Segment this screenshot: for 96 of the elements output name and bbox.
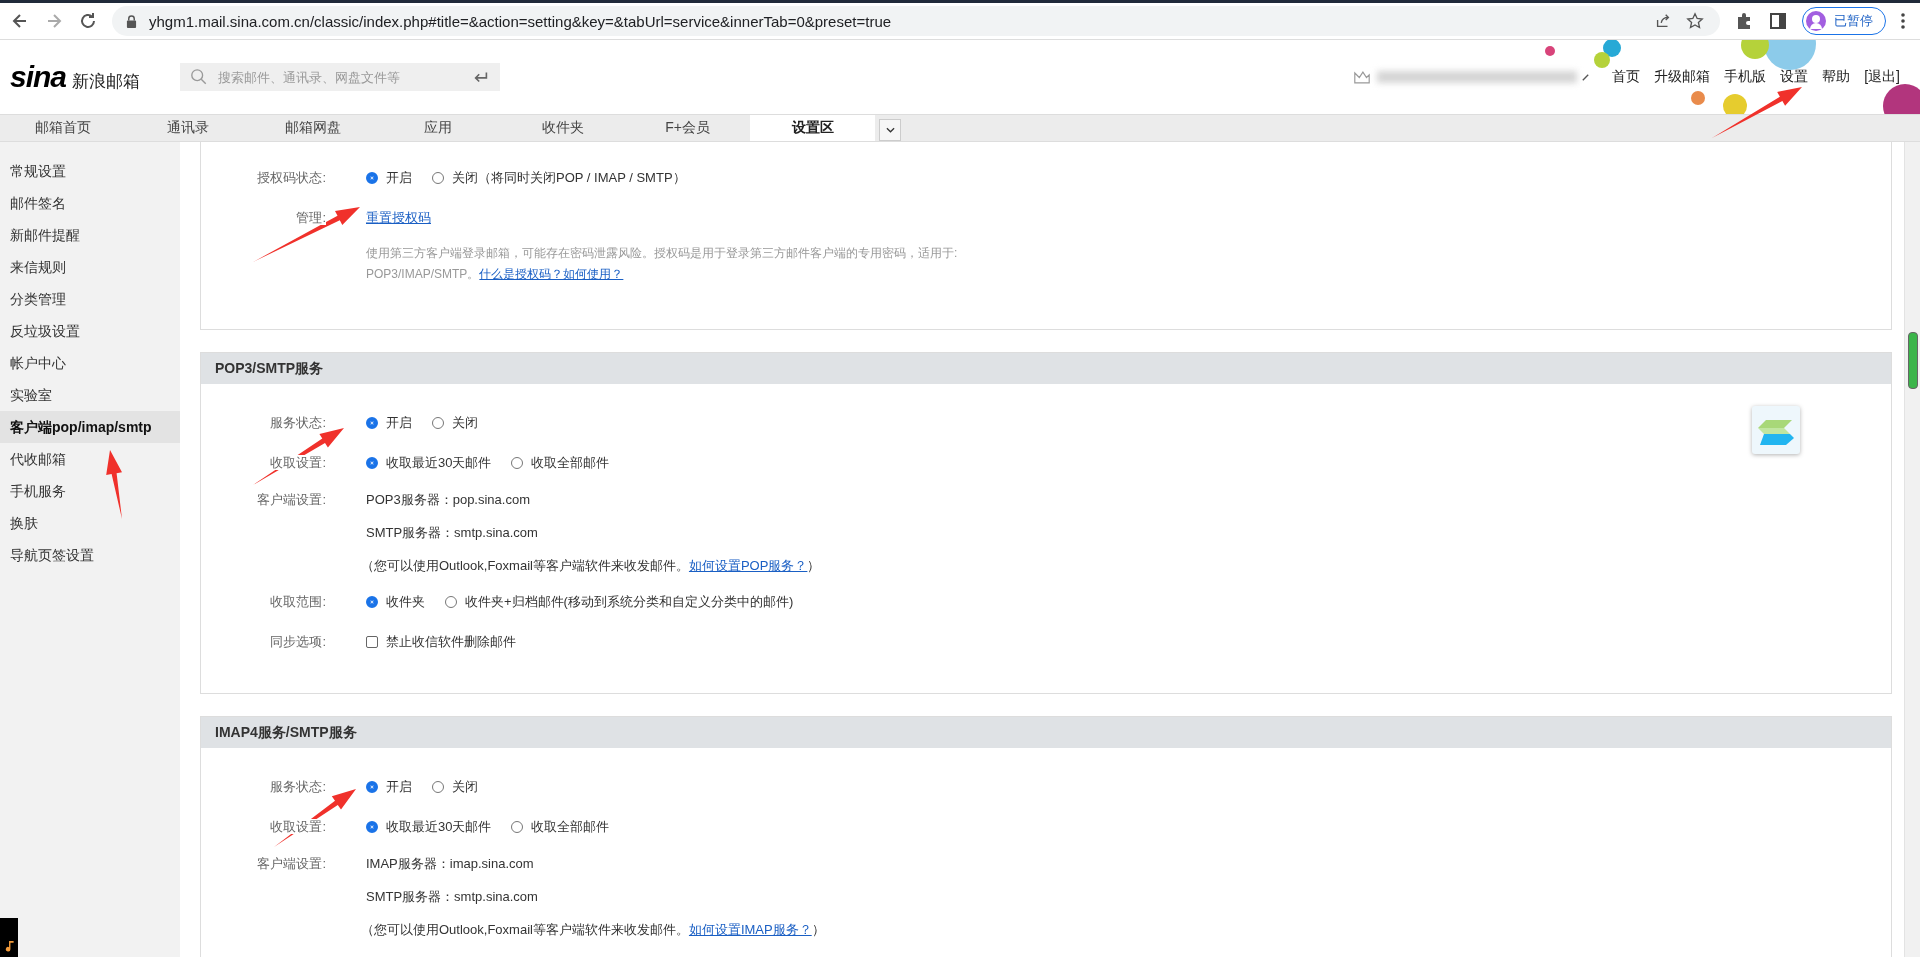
field-label: 管理: xyxy=(296,210,326,225)
radio-option[interactable]: 开启 xyxy=(366,778,412,796)
description-text: 使用第三方客户端登录邮箱，可能存在密码泄露风险。授权码是用于登录第三方邮件客户端的专用密码，适用于: POP3/IMAP/SMTP。什么是授权码？如何使用？ xyxy=(366,244,958,283)
share-icon[interactable] xyxy=(1654,12,1672,30)
radio-option[interactable]: 收件夹+归档邮件(移动到系统分类和自定义分类中的邮件) xyxy=(445,593,794,611)
radio-button[interactable] xyxy=(366,417,378,429)
radio-option[interactable]: 收取最近30天邮件 xyxy=(366,454,492,472)
field-label: 服务状态: xyxy=(270,415,326,430)
server-text: SMTP服务器：smtp.sina.com xyxy=(366,887,538,906)
nav-tab[interactable]: 邮箱网盘 xyxy=(250,115,375,141)
note-text: （您可以使用Outlook,Foxmail等客户端软件来收发邮件。如何设置IMAP服务？） xyxy=(361,920,825,939)
radio-option[interactable]: 开启 xyxy=(366,414,412,432)
avatar-icon xyxy=(1806,11,1826,31)
caret-icon[interactable] xyxy=(1581,72,1591,82)
top-link[interactable]: 帮助 xyxy=(1822,68,1851,86)
radio-option[interactable]: 关闭 xyxy=(432,169,478,187)
checkbox[interactable] xyxy=(366,636,378,648)
top-link[interactable]: 首页 xyxy=(1612,68,1641,86)
sidebar-item[interactable]: 反垃圾设置 xyxy=(0,315,180,347)
field-label: 收取设置: xyxy=(270,819,326,834)
nav-tab[interactable]: 应用 xyxy=(375,115,500,141)
section-title: POP3/SMTP服务 xyxy=(201,353,1891,384)
nav-tab[interactable]: 邮箱首页 xyxy=(0,115,125,141)
radio-option[interactable]: 收取最近30天邮件 xyxy=(366,818,492,836)
server-text: POP3服务器：pop.sina.com xyxy=(366,490,530,509)
sidebar-item[interactable]: 新邮件提醒 xyxy=(0,219,180,251)
music-note-icon xyxy=(3,939,15,954)
nav-tab[interactable]: 收件夹 xyxy=(500,115,625,141)
radio-option[interactable]: 关闭 xyxy=(432,414,478,432)
radio-button[interactable] xyxy=(366,781,378,793)
nav-tab[interactable]: F+会员 xyxy=(625,115,750,141)
top-link[interactable]: 设置 xyxy=(1780,68,1809,86)
sidebar-item[interactable]: 换肤 xyxy=(0,507,180,539)
sidebar-item[interactable]: 常规设置 xyxy=(0,155,180,187)
star-icon[interactable] xyxy=(1686,12,1704,30)
sidebar-item[interactable]: 邮件签名 xyxy=(0,187,180,219)
radio-button[interactable] xyxy=(511,457,524,469)
chevron-icon xyxy=(885,127,895,133)
top-link[interactable]: [退出] xyxy=(1864,68,1900,86)
note-text: （您可以使用Outlook,Foxmail等客户端软件来收发邮件。如何设置POP服务？） xyxy=(361,556,821,575)
search-icon xyxy=(190,68,208,86)
lock-icon xyxy=(126,14,137,28)
top-link[interactable]: 升级邮箱 xyxy=(1654,68,1711,86)
sidebar-item[interactable]: 帐户中心 xyxy=(0,347,180,379)
sidebar-icon[interactable] xyxy=(1768,11,1788,31)
sidebar-item[interactable]: 导航页签设置 xyxy=(0,539,180,571)
field-label: 收取设置: xyxy=(270,455,326,470)
nav-tab[interactable]: 通讯录 xyxy=(125,115,250,141)
field-label: 服务状态: xyxy=(270,779,326,794)
help-link[interactable]: 如何设置IMAP服务？ xyxy=(688,921,812,937)
sina-logo: sina xyxy=(10,60,67,94)
sidebar-item[interactable]: 分类管理 xyxy=(0,283,180,315)
reset-link[interactable]: 重置授权码 xyxy=(366,209,431,227)
annotation-arrow xyxy=(106,450,122,519)
checkbox-option[interactable]: 禁止收信软件删除邮件 xyxy=(366,633,516,651)
sidebar-item[interactable]: 客户端pop/imap/smtp xyxy=(0,411,180,443)
radio-button[interactable] xyxy=(366,821,378,833)
top-link[interactable]: 手机版 xyxy=(1724,68,1767,86)
sidebar-item[interactable]: 来信规则 xyxy=(0,251,180,283)
radio-option[interactable]: 收取全部邮件 xyxy=(511,454,610,472)
crown-icon xyxy=(1353,69,1372,85)
radio-button[interactable] xyxy=(445,596,457,608)
server-text: SMTP服务器：smtp.sina.com xyxy=(366,523,538,542)
radio-option[interactable]: 关闭 xyxy=(432,778,478,796)
hint-text: （将同时关闭POP / IMAP / SMTP） xyxy=(478,169,686,187)
nav-tab[interactable]: 设置区 xyxy=(750,115,875,141)
field-label: 同步选项: xyxy=(270,634,326,649)
radio-option[interactable]: 开启 xyxy=(366,169,412,187)
server-text: IMAP服务器：imap.sina.com xyxy=(366,854,534,873)
radio-button[interactable] xyxy=(511,821,524,833)
more-icon[interactable] xyxy=(1900,11,1906,31)
radio-option[interactable]: 收件夹 xyxy=(366,593,425,611)
search-field[interactable]: 搜索邮件、通讯录、网盘文件等 xyxy=(180,63,500,91)
radio-button[interactable] xyxy=(432,172,444,184)
reload-icon[interactable] xyxy=(78,11,98,31)
sidebar-item[interactable]: 手机服务 xyxy=(0,475,180,507)
radio-button[interactable] xyxy=(366,596,378,608)
radio-button[interactable] xyxy=(366,457,378,469)
music-widget[interactable] xyxy=(0,918,18,957)
section-title: IMAP4服务/SMTP服务 xyxy=(201,717,1891,748)
field-label: 客户端设置: xyxy=(257,855,326,871)
field-label: 客户端设置: xyxy=(257,491,326,507)
brand-name: 新浪邮箱 xyxy=(72,71,141,93)
radio-option[interactable]: 收取全部邮件 xyxy=(511,818,610,836)
help-link[interactable]: 什么是授权码？如何使用？ xyxy=(479,266,624,281)
radio-button[interactable] xyxy=(366,172,378,184)
radio-button[interactable] xyxy=(432,417,444,429)
sidebar-item[interactable]: 实验室 xyxy=(0,379,180,411)
field-label: 授权码状态: xyxy=(257,170,326,185)
help-link[interactable]: 如何设置POP服务？ xyxy=(688,557,808,573)
radio-button[interactable] xyxy=(432,781,444,793)
field-label: 收取范围: xyxy=(270,594,326,609)
dropdown-button[interactable] xyxy=(879,119,901,141)
sidebar-item[interactable]: 代收邮箱 xyxy=(0,443,180,475)
scrollbar[interactable] xyxy=(1904,142,1920,957)
address-bar[interactable]: yhgm1.mail.sina.com.cn/classic/index.php#title=&action=setting&key=&tabUrl=service&innerTab=0&preset=true xyxy=(112,6,1720,36)
